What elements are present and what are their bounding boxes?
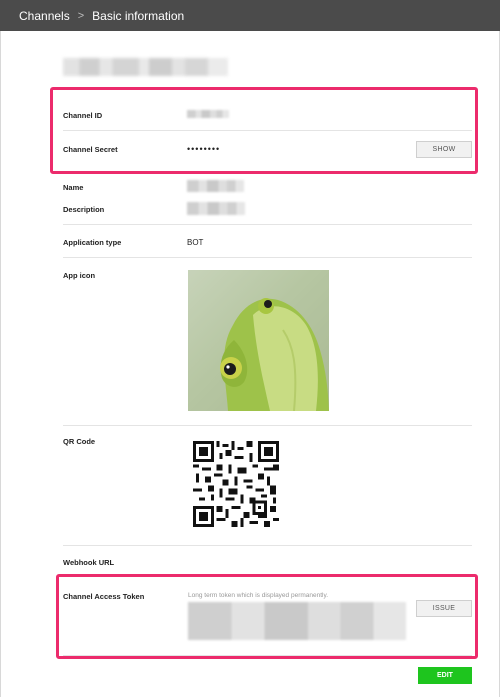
channel-secret-label: Channel Secret [63, 145, 118, 154]
channel-id-label: Channel ID [63, 111, 103, 120]
qr-code-image [193, 441, 279, 527]
description-label: Description [63, 205, 105, 214]
channel-access-token-label: Channel Access Token [63, 592, 145, 601]
show-secret-button[interactable]: SHOW [416, 141, 472, 158]
access-token-value-redacted [188, 602, 406, 640]
chevron-right-icon: > [77, 9, 85, 22]
divider [63, 545, 472, 546]
name-label: Name [63, 183, 84, 192]
channel-title-redacted [63, 58, 228, 76]
qr-code-label: QR Code [63, 437, 96, 446]
app-icon-label: App icon [63, 271, 96, 280]
frog-illustration [220, 298, 329, 411]
edit-button[interactable]: EDIT [418, 667, 472, 684]
application-type-value: BOT [187, 238, 204, 247]
divider [63, 425, 472, 426]
divider [63, 655, 472, 656]
channel-id-value-redacted [187, 110, 229, 118]
divider [63, 224, 472, 225]
divider [63, 257, 472, 258]
frog-image [188, 270, 329, 411]
divider [63, 130, 472, 131]
description-value-redacted [187, 202, 245, 215]
name-value-redacted [187, 180, 244, 192]
issue-token-button[interactable]: ISSUE [416, 600, 472, 617]
breadcrumb-current: Basic information [92, 8, 185, 23]
breadcrumb-channels[interactable]: Channels [19, 9, 70, 23]
qr-code-pattern [193, 441, 279, 527]
webhook-url-label: Webhook URL [63, 558, 115, 567]
application-type-label: Application type [63, 238, 122, 247]
breadcrumb: Channels > Basic information [0, 0, 500, 31]
channel-secret-value: •••••••• [187, 144, 221, 154]
token-hint: Long term token which is displayed perma… [188, 592, 329, 599]
